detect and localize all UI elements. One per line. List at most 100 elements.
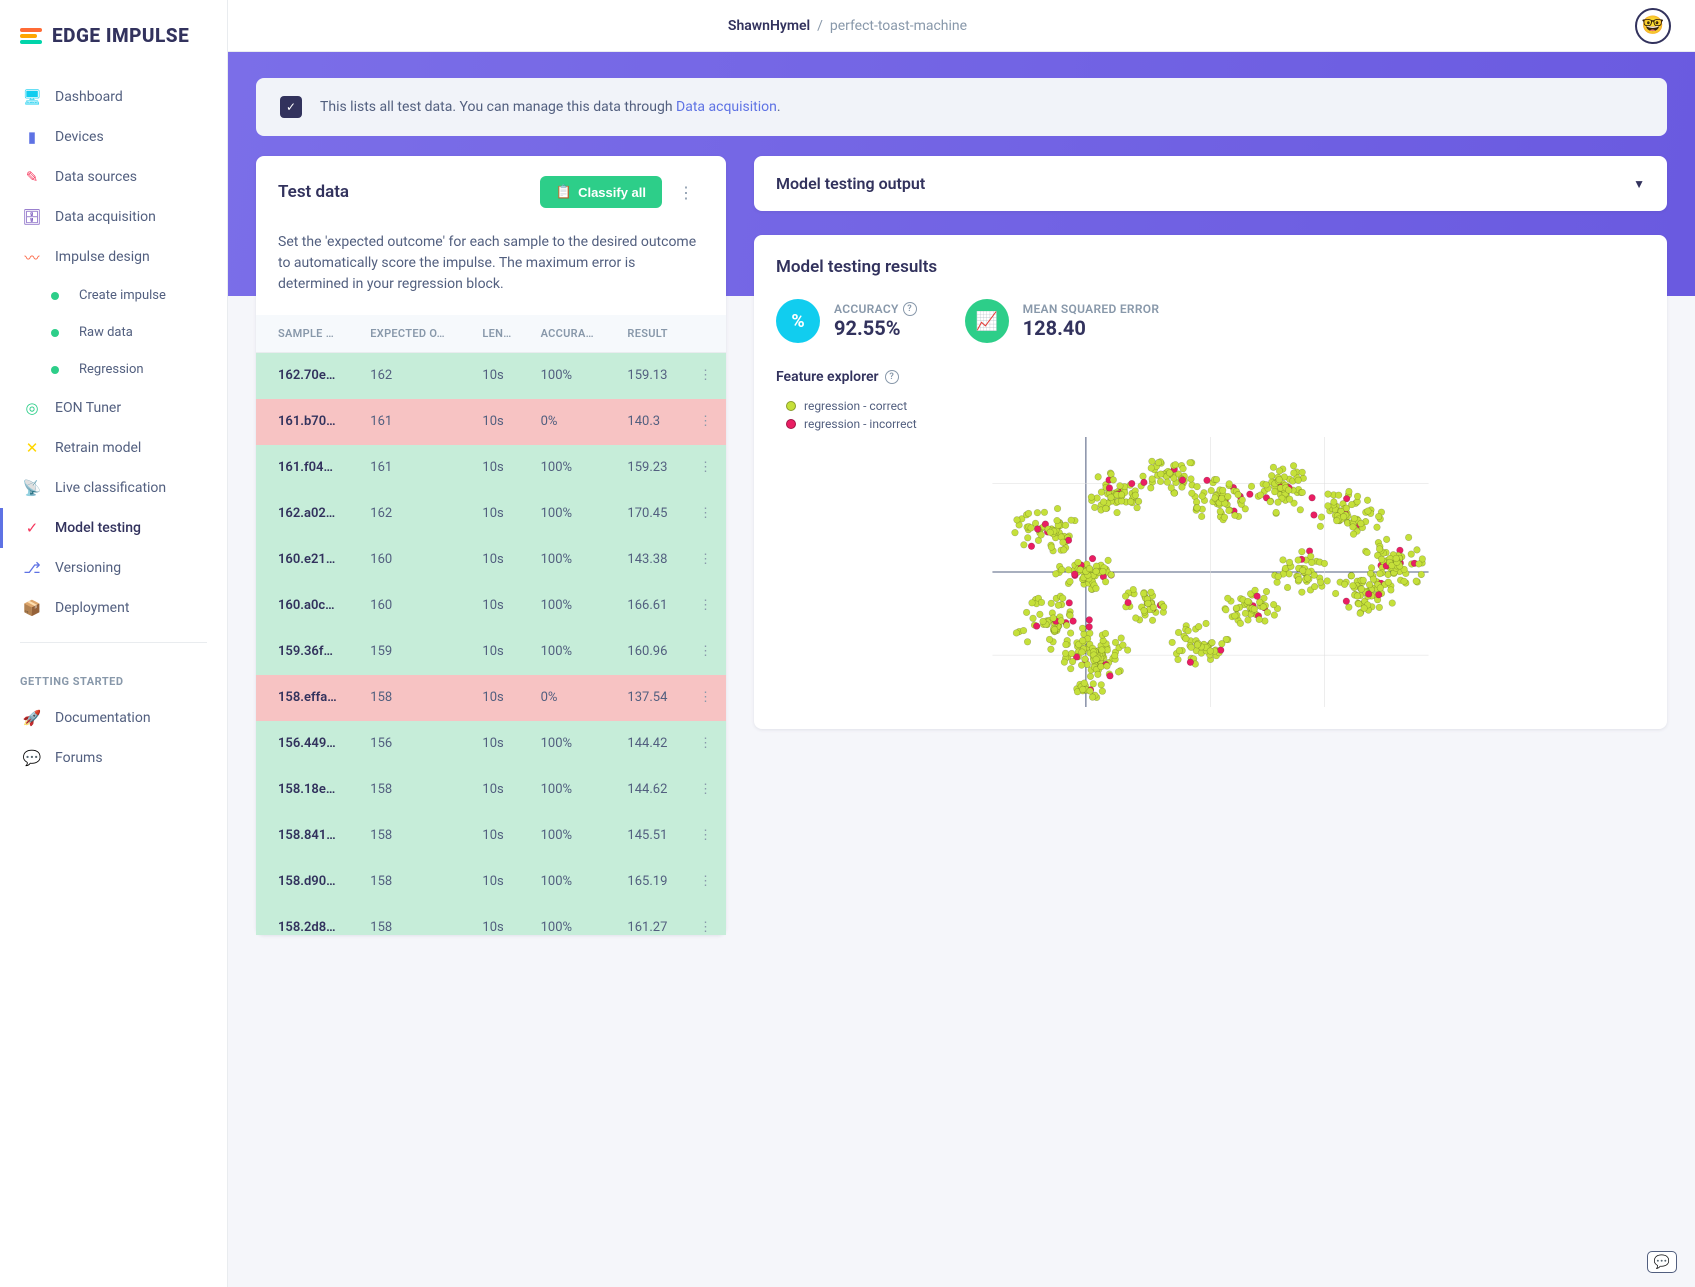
scatter-point-correct[interactable]	[1086, 565, 1093, 572]
scatter-point-correct[interactable]	[1358, 586, 1365, 593]
scatter-point-correct[interactable]	[1213, 476, 1220, 483]
row-menu-button[interactable]: ⋮	[689, 675, 726, 721]
scatter-point-correct[interactable]	[1067, 612, 1074, 619]
info-icon[interactable]: ?	[885, 370, 899, 384]
scatter-point-correct[interactable]	[1098, 489, 1105, 496]
scatter-point-correct[interactable]	[1067, 665, 1074, 672]
scatter-point-correct[interactable]	[1367, 570, 1374, 577]
scatter-point-incorrect[interactable]	[1375, 591, 1382, 598]
scatter-point-correct[interactable]	[1271, 488, 1278, 495]
scatter-point-correct[interactable]	[1271, 612, 1278, 619]
nav-item-live-classification[interactable]: 📡Live classification	[0, 468, 227, 508]
scatter-point-correct[interactable]	[1335, 492, 1342, 499]
scatter-point-incorrect[interactable]	[1187, 659, 1194, 666]
table-header[interactable]: SAMPLE …	[256, 315, 360, 353]
scatter-point-correct[interactable]	[1183, 635, 1190, 642]
nav-sub-raw-data[interactable]: Raw data	[0, 314, 227, 351]
scatter-point-correct[interactable]	[1188, 490, 1195, 497]
scatter-point-correct[interactable]	[1079, 637, 1086, 644]
scatter-point-correct[interactable]	[1299, 469, 1306, 476]
scatter-point-correct[interactable]	[1099, 568, 1106, 575]
scatter-point-correct[interactable]	[1276, 468, 1283, 475]
scatter-point-correct[interactable]	[1062, 650, 1069, 657]
scatter-point-correct[interactable]	[1332, 590, 1339, 597]
scatter-point-correct[interactable]	[1024, 535, 1031, 542]
scatter-point-correct[interactable]	[1199, 493, 1206, 500]
scatter-point-correct[interactable]	[1317, 579, 1324, 586]
scatter-point-correct[interactable]	[1145, 600, 1152, 607]
feedback-widget[interactable]: 💬	[1647, 1251, 1677, 1273]
scatter-point-correct[interactable]	[1149, 476, 1156, 483]
scatter-point-correct[interactable]	[1108, 494, 1115, 501]
scatter-point-incorrect[interactable]	[1311, 512, 1318, 519]
scatter-point-correct[interactable]	[1141, 607, 1148, 614]
breadcrumb-project[interactable]: perfect-toast-machine	[830, 18, 967, 34]
scatter-point-correct[interactable]	[1117, 482, 1124, 489]
scatter-point-correct[interactable]	[1357, 610, 1364, 617]
scatter-point-correct[interactable]	[1020, 627, 1027, 634]
classify-all-button[interactable]: 📋 Classify all	[540, 176, 662, 208]
scatter-point-correct[interactable]	[1040, 618, 1047, 625]
scatter-point-correct[interactable]	[1013, 630, 1020, 637]
table-header[interactable]: LEN…	[472, 315, 530, 353]
scatter-point-correct[interactable]	[1091, 504, 1098, 511]
scatter-point-correct[interactable]	[1050, 615, 1057, 622]
scatter-point-incorrect[interactable]	[1107, 673, 1114, 680]
scatter-point-correct[interactable]	[1093, 585, 1100, 592]
table-row[interactable]: 161.b70… 161 10s 0% 140.3 ⋮	[256, 399, 726, 445]
scatter-point-incorrect[interactable]	[1086, 617, 1093, 624]
scatter-point-correct[interactable]	[1166, 470, 1173, 477]
scatter-point-correct[interactable]	[1218, 640, 1225, 647]
scatter-point-correct[interactable]	[1341, 581, 1348, 588]
table-row[interactable]: 158.effa… 158 10s 0% 137.54 ⋮	[256, 675, 726, 721]
scatter-point-correct[interactable]	[1365, 508, 1372, 515]
scatter-point-correct[interactable]	[1030, 615, 1037, 622]
scatter-point-correct[interactable]	[1095, 671, 1102, 678]
table-header[interactable]: EXPECTED O…	[360, 315, 472, 353]
scatter-point-correct[interactable]	[1079, 686, 1086, 693]
scatter-point-correct[interactable]	[1052, 571, 1059, 578]
legend-incorrect[interactable]: regression - incorrect	[786, 417, 1645, 431]
scatter-point-correct[interactable]	[1105, 557, 1112, 564]
table-row[interactable]: 158.d90… 158 10s 100% 165.19 ⋮	[256, 859, 726, 905]
scatter-point-correct[interactable]	[1051, 626, 1058, 633]
scatter-point-correct[interactable]	[1357, 520, 1364, 527]
scatter-point-correct[interactable]	[1055, 602, 1062, 609]
scatter-point-correct[interactable]	[1374, 524, 1381, 531]
table-row[interactable]: 161.f04… 161 10s 100% 159.23 ⋮	[256, 445, 726, 491]
scatter-point-correct[interactable]	[1299, 567, 1306, 574]
scatter-point-correct[interactable]	[1325, 491, 1332, 498]
scatter-point-incorrect[interactable]	[1125, 599, 1132, 606]
table-row[interactable]: 162.a02… 162 10s 100% 170.45 ⋮	[256, 491, 726, 537]
scatter-point-correct[interactable]	[1408, 551, 1415, 558]
scatter-point-correct[interactable]	[1377, 585, 1384, 592]
scatter-point-correct[interactable]	[1188, 476, 1195, 483]
scatter-point-correct[interactable]	[1331, 499, 1338, 506]
scatter-point-correct[interactable]	[1088, 494, 1095, 501]
scatter-point-correct[interactable]	[1155, 459, 1162, 466]
scatter-point-incorrect[interactable]	[1217, 647, 1224, 654]
scatter-point-incorrect[interactable]	[1141, 479, 1148, 486]
nav-sub-regression[interactable]: Regression	[0, 351, 227, 388]
scatter-point-correct[interactable]	[1209, 639, 1216, 646]
scatter-point-correct[interactable]	[1378, 556, 1385, 563]
nav-item-data-sources[interactable]: ✎Data sources	[0, 157, 227, 197]
scatter-point-correct[interactable]	[1148, 589, 1155, 596]
scatter-point-correct[interactable]	[1067, 630, 1074, 637]
scatter-point-incorrect[interactable]	[1066, 600, 1073, 607]
scatter-point-correct[interactable]	[1233, 605, 1240, 612]
scatter-point-correct[interactable]	[1169, 639, 1176, 646]
scatter-point-correct[interactable]	[1366, 581, 1373, 588]
scatter-point-correct[interactable]	[1098, 663, 1105, 670]
scatter-point-correct[interactable]	[1257, 492, 1264, 499]
model-output-toggle[interactable]: Model testing output ▼	[754, 156, 1667, 211]
row-menu-button[interactable]: ⋮	[689, 813, 726, 859]
info-icon[interactable]: ?	[903, 302, 917, 316]
scatter-point-correct[interactable]	[1348, 572, 1355, 579]
scatter-point-incorrect[interactable]	[1128, 480, 1135, 487]
scatter-point-correct[interactable]	[1135, 498, 1142, 505]
scatter-point-incorrect[interactable]	[1033, 623, 1040, 630]
row-menu-button[interactable]: ⋮	[689, 353, 726, 399]
breadcrumb-user[interactable]: ShawnHymel	[728, 18, 810, 34]
scatter-point-correct[interactable]	[1299, 548, 1306, 555]
